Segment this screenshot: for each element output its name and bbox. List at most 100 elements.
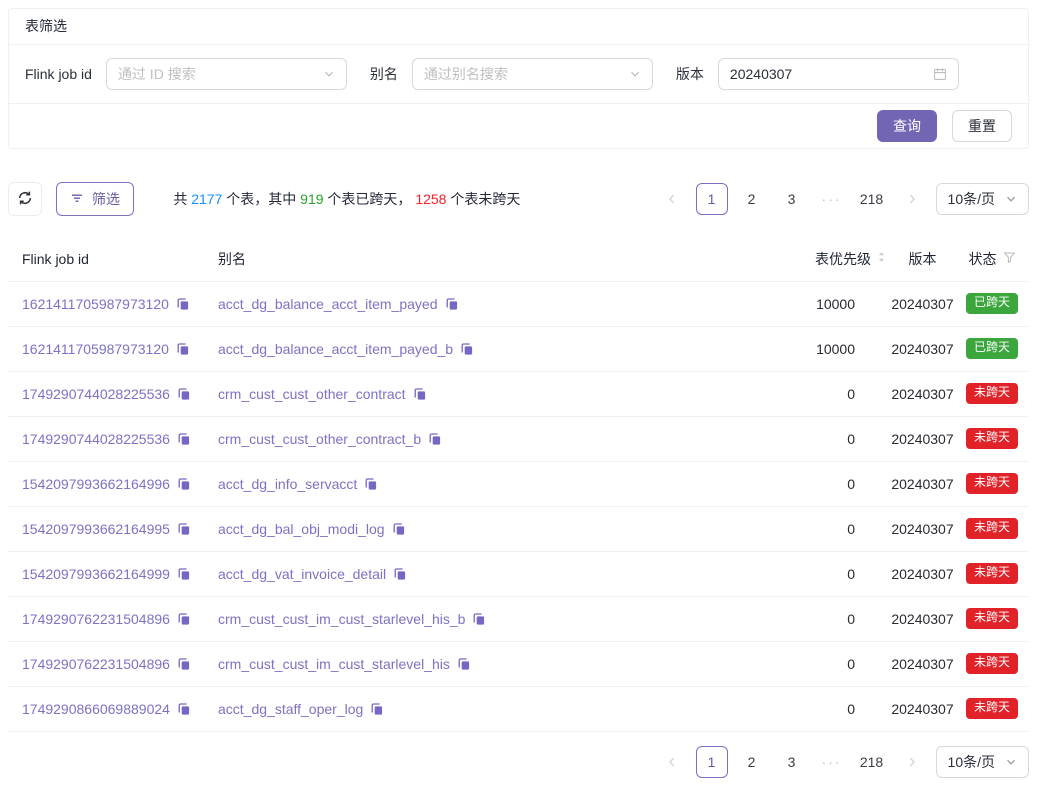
pagination-page-2[interactable]: 2 — [736, 746, 768, 778]
column-status-label: 状态 — [969, 249, 997, 269]
pagination-prev-icon[interactable] — [656, 746, 688, 778]
alias-link[interactable]: acct_dg_bal_obj_modi_log — [218, 521, 385, 537]
version-date-value: 20240307 — [730, 66, 933, 82]
pagination-bottom: 123···218 10条/页 — [8, 746, 1029, 790]
copy-icon[interactable] — [177, 612, 191, 626]
flink-job-id-link[interactable]: 1542097993662164996 — [22, 476, 170, 492]
summary-mid1: 个表，其中 — [222, 191, 300, 207]
copy-icon[interactable] — [176, 297, 190, 311]
flink-job-id-link[interactable]: 1621411705987973120 — [22, 296, 169, 312]
field-version: 版本 20240307 — [676, 58, 959, 90]
pagination-ellipsis[interactable]: ··· — [816, 746, 848, 778]
pagination-next-icon[interactable] — [896, 183, 928, 215]
copy-icon[interactable] — [177, 657, 191, 671]
summary-text: 共 2177 个表，其中 919 个表已跨天， 1258 个表未跨天 — [150, 173, 520, 225]
page-size-select[interactable]: 10条/页 — [936, 746, 1029, 778]
table-row: 1621411705987973120 acct_dg_balance_acct_… — [8, 326, 1029, 371]
sorter-icon[interactable] — [877, 250, 886, 267]
summary-not-crossed-count: 1258 — [415, 191, 446, 207]
version-cell: 20240307 — [890, 551, 955, 596]
copy-icon[interactable] — [370, 702, 384, 716]
priority-cell: 0 — [750, 506, 890, 551]
pagination-page-218[interactable]: 218 — [856, 746, 888, 778]
status-badge: 已跨天 — [966, 338, 1018, 358]
flink-job-id-link[interactable]: 1749290744028225536 — [22, 386, 170, 402]
pagination-page-3[interactable]: 3 — [776, 183, 808, 215]
copy-icon[interactable] — [413, 387, 427, 401]
copy-icon[interactable] — [177, 432, 191, 446]
status-badge: 未跨天 — [966, 653, 1018, 673]
field-flink-job-id: Flink job id 通过 ID 搜索 — [25, 58, 347, 90]
summary-crossed-count: 919 — [300, 191, 323, 207]
priority-cell: 0 — [750, 371, 890, 416]
pagination-prev-icon[interactable] — [656, 183, 688, 215]
alias-link[interactable]: crm_cust_cust_other_contract — [218, 386, 406, 402]
flink-job-id-link[interactable]: 1749290762231504896 — [22, 611, 170, 627]
version-cell: 20240307 — [890, 416, 955, 461]
column-priority[interactable]: 表优先级 — [750, 237, 890, 281]
filter-toggle-button[interactable]: 筛选 — [56, 182, 134, 216]
status-badge: 未跨天 — [966, 428, 1018, 448]
alias-select[interactable]: 通过别名搜索 — [412, 58, 653, 90]
flink-job-id-label: Flink job id — [25, 66, 92, 82]
pagination-page-1[interactable]: 1 — [696, 746, 728, 778]
column-alias: 别名 — [204, 237, 750, 281]
flink-job-id-link[interactable]: 1542097993662164995 — [22, 521, 170, 537]
copy-icon[interactable] — [445, 297, 459, 311]
reset-button[interactable]: 重置 — [952, 110, 1012, 142]
pagination-page-1[interactable]: 1 — [696, 183, 728, 215]
priority-cell: 0 — [750, 641, 890, 686]
copy-icon[interactable] — [177, 702, 191, 716]
flink-job-id-link[interactable]: 1542097993662164999 — [22, 566, 170, 582]
flink-job-id-link[interactable]: 1749290744028225536 — [22, 431, 170, 447]
alias-link[interactable]: acct_dg_balance_acct_item_payed — [218, 296, 438, 312]
copy-icon[interactable] — [176, 342, 190, 356]
flink-job-id-link[interactable]: 1621411705987973120 — [22, 341, 169, 357]
copy-icon[interactable] — [364, 477, 378, 491]
copy-icon[interactable] — [392, 522, 406, 536]
filter-actions-row: 查询 重置 — [9, 104, 1028, 148]
pagination-ellipsis[interactable]: ··· — [816, 183, 848, 215]
alias-link[interactable]: crm_cust_cust_other_contract_b — [218, 431, 421, 447]
table-toolbar: 筛选 共 2177 个表，其中 919 个表已跨天， 1258 个表未跨天 12… — [8, 173, 1029, 225]
flink-job-id-select[interactable]: 通过 ID 搜索 — [106, 58, 347, 90]
table-row: 1542097993662164996 acct_dg_info_servacct… — [8, 461, 1029, 506]
copy-icon[interactable] — [177, 567, 191, 581]
pagination-next-icon[interactable] — [896, 746, 928, 778]
alias-link[interactable]: acct_dg_balance_acct_item_payed_b — [218, 341, 453, 357]
filter-funnel-icon[interactable] — [1003, 251, 1016, 267]
copy-icon[interactable] — [177, 387, 191, 401]
copy-icon[interactable] — [472, 612, 486, 626]
alias-link[interactable]: acct_dg_vat_invoice_detail — [218, 566, 386, 582]
flink-job-id-link[interactable]: 1749290866069889024 — [22, 701, 170, 717]
copy-icon[interactable] — [393, 567, 407, 581]
page-size-select[interactable]: 10条/页 — [936, 183, 1029, 215]
search-button[interactable]: 查询 — [877, 110, 937, 142]
alias-link[interactable]: acct_dg_staff_oper_log — [218, 701, 363, 717]
page-size-value: 10条/页 — [948, 189, 995, 209]
summary-mid2: 个表已跨天， — [324, 191, 416, 207]
pagination-page-3[interactable]: 3 — [776, 746, 808, 778]
alias-link[interactable]: acct_dg_info_servacct — [218, 476, 357, 492]
alias-link[interactable]: crm_cust_cust_im_cust_starlevel_his — [218, 656, 450, 672]
copy-icon[interactable] — [177, 477, 191, 491]
table-row: 1542097993662164999 acct_dg_vat_invoice_d… — [8, 551, 1029, 596]
status-badge: 已跨天 — [966, 293, 1018, 313]
version-date-input[interactable]: 20240307 — [718, 58, 959, 90]
copy-icon[interactable] — [460, 342, 474, 356]
filter-lines-icon — [70, 191, 84, 208]
pagination-page-218[interactable]: 218 — [856, 183, 888, 215]
column-priority-label: 表优先级 — [815, 249, 871, 269]
table-row: 1749290744028225536 crm_cust_cust_other_c… — [8, 416, 1029, 461]
refresh-button[interactable] — [8, 182, 42, 216]
alias-link[interactable]: crm_cust_cust_im_cust_starlevel_his_b — [218, 611, 465, 627]
version-label: 版本 — [676, 64, 704, 84]
copy-icon[interactable] — [177, 522, 191, 536]
priority-cell: 0 — [750, 461, 890, 506]
priority-cell: 0 — [750, 596, 890, 641]
pagination-page-2[interactable]: 2 — [736, 183, 768, 215]
flink-job-id-link[interactable]: 1749290762231504896 — [22, 656, 170, 672]
copy-icon[interactable] — [457, 657, 471, 671]
copy-icon[interactable] — [428, 432, 442, 446]
field-alias: 别名 通过别名搜索 — [370, 58, 653, 90]
